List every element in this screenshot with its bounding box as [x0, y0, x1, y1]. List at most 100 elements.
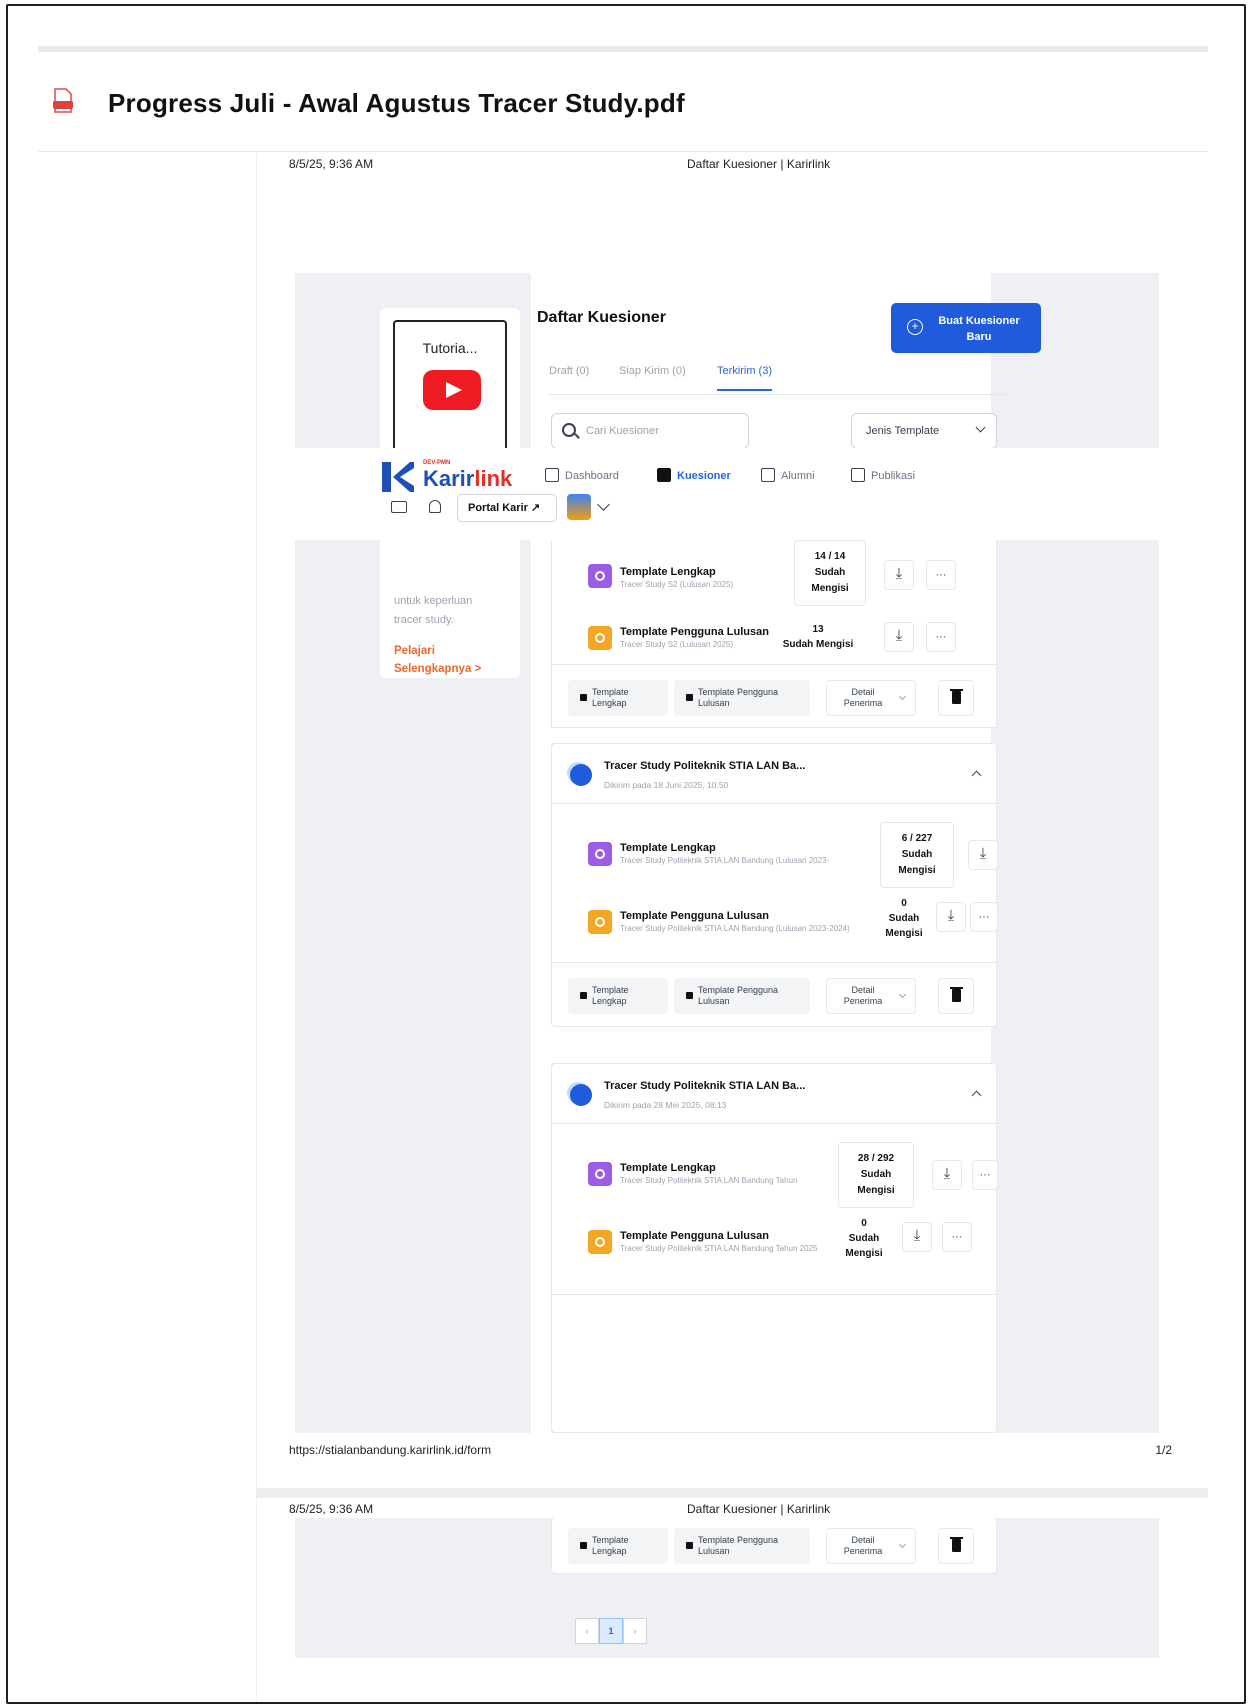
pagination: ‹ 1 › [575, 1618, 647, 1644]
detail-penerima-select[interactable]: Detail Penerima [826, 978, 916, 1014]
questionnaire-icon [570, 1084, 592, 1106]
page-separator [256, 1488, 1208, 1498]
trash-icon[interactable] [938, 1528, 974, 1564]
detail-penerima-select[interactable]: Detail Penerima [826, 1528, 916, 1564]
top-navbar: DEV-PMN Karirlink Dashboard Kuesioner Al… [295, 448, 1159, 540]
more-options-icon[interactable] [926, 560, 956, 590]
chip-label: Template Pengguna Lulusan [698, 985, 778, 1007]
chevron-down-icon[interactable] [597, 498, 610, 511]
pdf-page-1: 8/5/25, 9:36 AM Daftar Kuesioner | Karir… [256, 153, 1208, 1488]
template-row: Template Lengkap Tracer Study Politeknik… [552, 1140, 998, 1210]
more-options-icon[interactable] [942, 1222, 972, 1252]
pdf-page-2: 8/5/25, 9:36 AM Daftar Kuesioner | Karir… [256, 1498, 1208, 1702]
chip-label-line: Template Pengguna [698, 985, 779, 995]
chevron-down-icon [898, 692, 907, 701]
print-page-number: 1/2 [1155, 1443, 1172, 1457]
chip-label-line: Lengkap [592, 698, 627, 708]
page-title: Daftar Kuesioner [537, 309, 666, 326]
template-row: Template Lengkap Tracer Study S2 (Lulusa… [552, 540, 996, 610]
youtube-play-icon[interactable] [423, 370, 481, 410]
count-label: Mengisi [845, 1248, 883, 1259]
tab-draft[interactable]: Draft (0) [549, 365, 589, 377]
learn-more-link[interactable]: Pelajari Selengkapnya > [394, 642, 481, 678]
questionnaire-icon [570, 764, 592, 786]
group-footer [552, 1294, 996, 1358]
learn-more-line: Selengkapnya > [394, 663, 482, 675]
logo-text[interactable]: Karirlink [423, 466, 512, 492]
questionnaire-group: Tracer Study Politeknik STIA LAN Ba... D… [551, 1063, 998, 1433]
pagination-page[interactable]: 1 [599, 1618, 623, 1644]
pagination-prev[interactable]: ‹ [575, 1618, 599, 1644]
response-count: 13 Sudah Mengisi [768, 622, 868, 652]
chip-label: Template Lengkap [592, 1535, 629, 1557]
print-header-date: 8/5/25, 9:36 AM [289, 157, 374, 171]
search-input[interactable]: Cari Kuesioner [551, 413, 749, 449]
chip-label-line: Lulusan [698, 996, 730, 1006]
download-icon[interactable] [884, 622, 914, 652]
create-button-label: Buat Kuesioner Baru [929, 313, 1029, 345]
count-label: Sudah Mengisi [782, 639, 854, 650]
download-icon[interactable] [936, 902, 966, 932]
chevron-up-icon[interactable] [971, 1090, 982, 1101]
chip-template-pengguna[interactable]: Template Pengguna Lulusan [674, 1528, 810, 1564]
create-label-line: Buat Kuesioner [938, 315, 1020, 327]
tab-sent[interactable]: Terkirim (3) [717, 365, 772, 391]
download-icon[interactable] [884, 560, 914, 590]
create-questionnaire-button[interactable]: + Buat Kuesioner Baru [891, 303, 1041, 353]
logo-text-b: link [474, 466, 513, 491]
template-subtitle: Tracer Study Politeknik STIA LAN Bandung… [620, 856, 830, 865]
chevron-up-icon[interactable] [971, 770, 982, 781]
group-header[interactable]: Tracer Study Politeknik STIA LAN Ba... D… [552, 744, 996, 804]
mail-icon[interactable] [391, 501, 407, 513]
pdf-viewer-window: Progress Juli - Awal Agustus Tracer Stud… [6, 4, 1246, 1704]
template-name: Template Lengkap [620, 842, 716, 854]
download-icon[interactable] [968, 840, 998, 870]
nav-dashboard-label: Dashboard [565, 470, 619, 482]
chip-label-line: Lulusan [698, 698, 730, 708]
nav-alumni[interactable]: Alumni [761, 468, 815, 482]
portal-karir-button[interactable]: Portal Karir ↗ [457, 494, 557, 522]
print-header-title: Daftar Kuesioner | Karirlink [687, 157, 831, 171]
more-options-icon[interactable] [926, 622, 956, 652]
count-value: 0 [901, 898, 907, 909]
chip-template-lengkap[interactable]: Template Lengkap [568, 680, 668, 716]
count-value: 28 / 292 [857, 1153, 895, 1164]
trash-icon[interactable] [938, 680, 974, 716]
plus-circle-icon: + [907, 319, 923, 335]
tab-ready[interactable]: Siap Kirim (0) [619, 365, 686, 377]
more-options-icon[interactable] [972, 1160, 998, 1190]
template-type-select[interactable]: Jenis Template [851, 413, 997, 449]
chip-template-lengkap[interactable]: Template Lengkap [568, 1528, 668, 1564]
template-name: Template Pengguna Lulusan [620, 910, 769, 922]
nav-publikasi[interactable]: Publikasi [851, 468, 915, 482]
more-options-icon[interactable] [970, 902, 998, 932]
count-label: Mengisi [857, 1185, 895, 1196]
response-count: 28 / 292 Sudah Mengisi [838, 1142, 914, 1208]
download-icon[interactable] [902, 1222, 932, 1252]
print-header-title: Daftar Kuesioner | Karirlink [687, 1502, 831, 1516]
nav-dashboard[interactable]: Dashboard [545, 468, 619, 482]
questionnaire-group: Tracer Study Politeknik STIA LAN Ba... D… [551, 743, 998, 1027]
chip-label-line: Template [592, 687, 629, 697]
detail-label-line: Detail [851, 687, 875, 697]
avatar[interactable] [567, 494, 591, 520]
template-name: Template Pengguna Lulusan [620, 626, 769, 638]
bell-icon[interactable] [429, 500, 441, 513]
nav-kuesioner[interactable]: Kuesioner [657, 468, 731, 482]
chip-template-pengguna[interactable]: Template Pengguna Lulusan [674, 978, 810, 1014]
chip-label: Template Pengguna Lulusan [698, 687, 778, 709]
tutorial-video-thumbnail[interactable]: Tutoria... [393, 320, 507, 458]
download-icon[interactable] [932, 1160, 962, 1190]
chip-label-line: Lulusan [698, 1546, 730, 1556]
pagination-next[interactable]: › [623, 1618, 647, 1644]
trash-icon[interactable] [938, 978, 974, 1014]
page-screenshot: Template Lengkap Template Pengguna Lulusan… [295, 1518, 1159, 1658]
chip-template-pengguna[interactable]: Template Pengguna Lulusan [674, 680, 810, 716]
detail-penerima-select[interactable]: Detail Penerima [826, 680, 916, 716]
count-value: 0 [861, 1218, 867, 1229]
response-count: 0 Sudah Mengisi [874, 896, 934, 941]
document-viewer[interactable]: 8/5/25, 9:36 AM Daftar Kuesioner | Karir… [38, 153, 1208, 1702]
group-header[interactable]: Tracer Study Politeknik STIA LAN Ba... D… [552, 1064, 996, 1124]
response-count: 6 / 227 Sudah Mengisi [880, 822, 954, 888]
chip-template-lengkap[interactable]: Template Lengkap [568, 978, 668, 1014]
